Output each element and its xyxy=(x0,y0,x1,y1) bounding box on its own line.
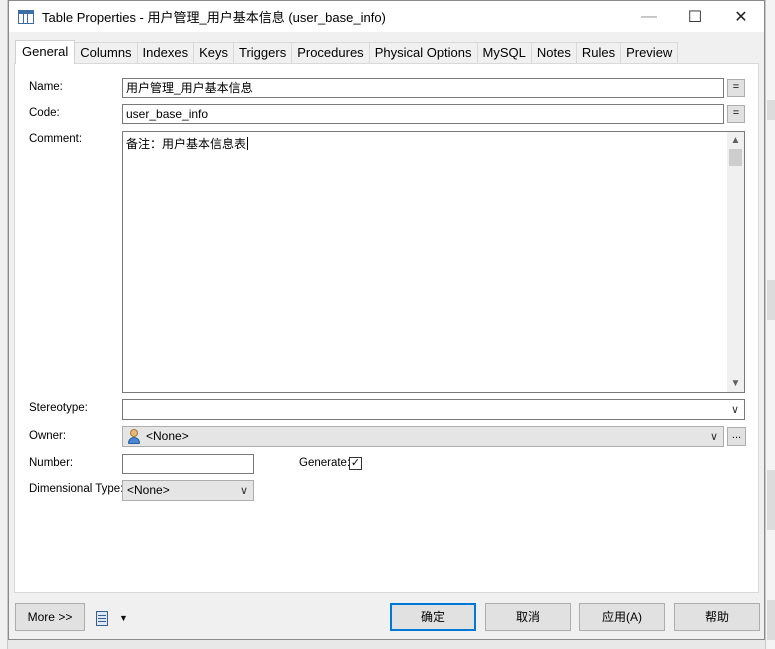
general-panel: Name: 用户管理_用户基本信息 = Code: user_base_info… xyxy=(14,63,759,593)
tab-rules[interactable]: Rules xyxy=(575,42,622,64)
scroll-up-icon[interactable]: ▲ xyxy=(727,132,744,149)
chevron-down-icon: ∨ xyxy=(730,404,739,416)
chevron-down-icon: ∨ xyxy=(239,485,248,497)
dropdown-arrow-icon[interactable]: ▼ xyxy=(119,613,128,623)
more-button[interactable]: More >> xyxy=(15,603,85,631)
generate-label: Generate: xyxy=(299,457,351,469)
dimensional-type-label: Dimensional Type: xyxy=(29,483,124,495)
tab-physical-options[interactable]: Physical Options xyxy=(368,42,478,64)
stereotype-combo[interactable]: ∨ xyxy=(122,399,745,420)
dimensional-type-value: <None> xyxy=(127,483,170,497)
maximize-button[interactable]: ☐ xyxy=(672,1,718,32)
owner-value: <None> xyxy=(146,429,189,443)
name-equals-button[interactable]: = xyxy=(727,79,745,97)
title-bar[interactable]: Table Properties - 用户管理_用户基本信息 (user_bas… xyxy=(9,1,764,32)
tab-triggers[interactable]: Triggers xyxy=(233,42,293,64)
tab-strip: General Columns Indexes Keys Triggers Pr… xyxy=(15,40,679,64)
scroll-thumb[interactable] xyxy=(729,149,742,166)
background-app-left xyxy=(0,0,8,649)
background-app-right xyxy=(765,0,775,649)
code-field[interactable]: user_base_info xyxy=(122,104,724,124)
tab-indexes[interactable]: Indexes xyxy=(136,42,195,64)
minimize-button[interactable]: — xyxy=(626,1,672,32)
close-button[interactable]: ✕ xyxy=(718,1,764,32)
apply-button[interactable]: 应用(A) xyxy=(579,603,665,631)
help-button[interactable]: 帮助 xyxy=(674,603,760,631)
comment-label: Comment: xyxy=(29,133,83,145)
owner-browse-button[interactable]: ... xyxy=(727,427,746,446)
scroll-down-icon[interactable]: ▼ xyxy=(727,375,744,392)
tab-mysql[interactable]: MySQL xyxy=(476,42,532,64)
tab-general[interactable]: General xyxy=(15,40,76,64)
table-icon xyxy=(18,9,34,24)
code-label: Code: xyxy=(29,107,60,119)
comment-text: 备注：用户基本信息表 xyxy=(126,137,249,151)
properties-icon[interactable] xyxy=(96,611,110,627)
user-icon xyxy=(127,429,141,444)
window-title: Table Properties - 用户管理_用户基本信息 (user_bas… xyxy=(42,10,386,25)
owner-combo[interactable]: <None> ∨ xyxy=(122,426,724,447)
tab-keys[interactable]: Keys xyxy=(193,42,234,64)
comment-textarea[interactable]: 备注：用户基本信息表 ▲ ▼ xyxy=(122,131,745,393)
stereotype-label: Stereotype: xyxy=(29,402,88,414)
number-field[interactable] xyxy=(122,454,254,474)
tab-notes[interactable]: Notes xyxy=(530,42,577,64)
dimensional-type-combo[interactable]: <None> ∨ xyxy=(122,480,254,501)
table-properties-dialog: Table Properties - 用户管理_用户基本信息 (user_bas… xyxy=(8,0,765,640)
name-field[interactable]: 用户管理_用户基本信息 xyxy=(122,78,724,98)
code-equals-button[interactable]: = xyxy=(727,105,745,123)
tab-columns[interactable]: Columns xyxy=(74,42,138,64)
owner-label: Owner: xyxy=(29,430,67,442)
name-label: Name: xyxy=(29,81,63,93)
tab-preview[interactable]: Preview xyxy=(620,42,679,64)
comment-scrollbar[interactable]: ▲ ▼ xyxy=(727,132,744,392)
window-controls: — ☐ ✕ xyxy=(626,1,764,32)
chevron-down-icon: ∨ xyxy=(709,431,718,443)
cancel-button[interactable]: 取消 xyxy=(485,603,571,631)
generate-checkbox[interactable]: ✓ xyxy=(349,457,362,470)
tab-procedures[interactable]: Procedures xyxy=(291,42,370,64)
number-label: Number: xyxy=(29,457,74,469)
ok-button[interactable]: 确定 xyxy=(390,603,476,631)
